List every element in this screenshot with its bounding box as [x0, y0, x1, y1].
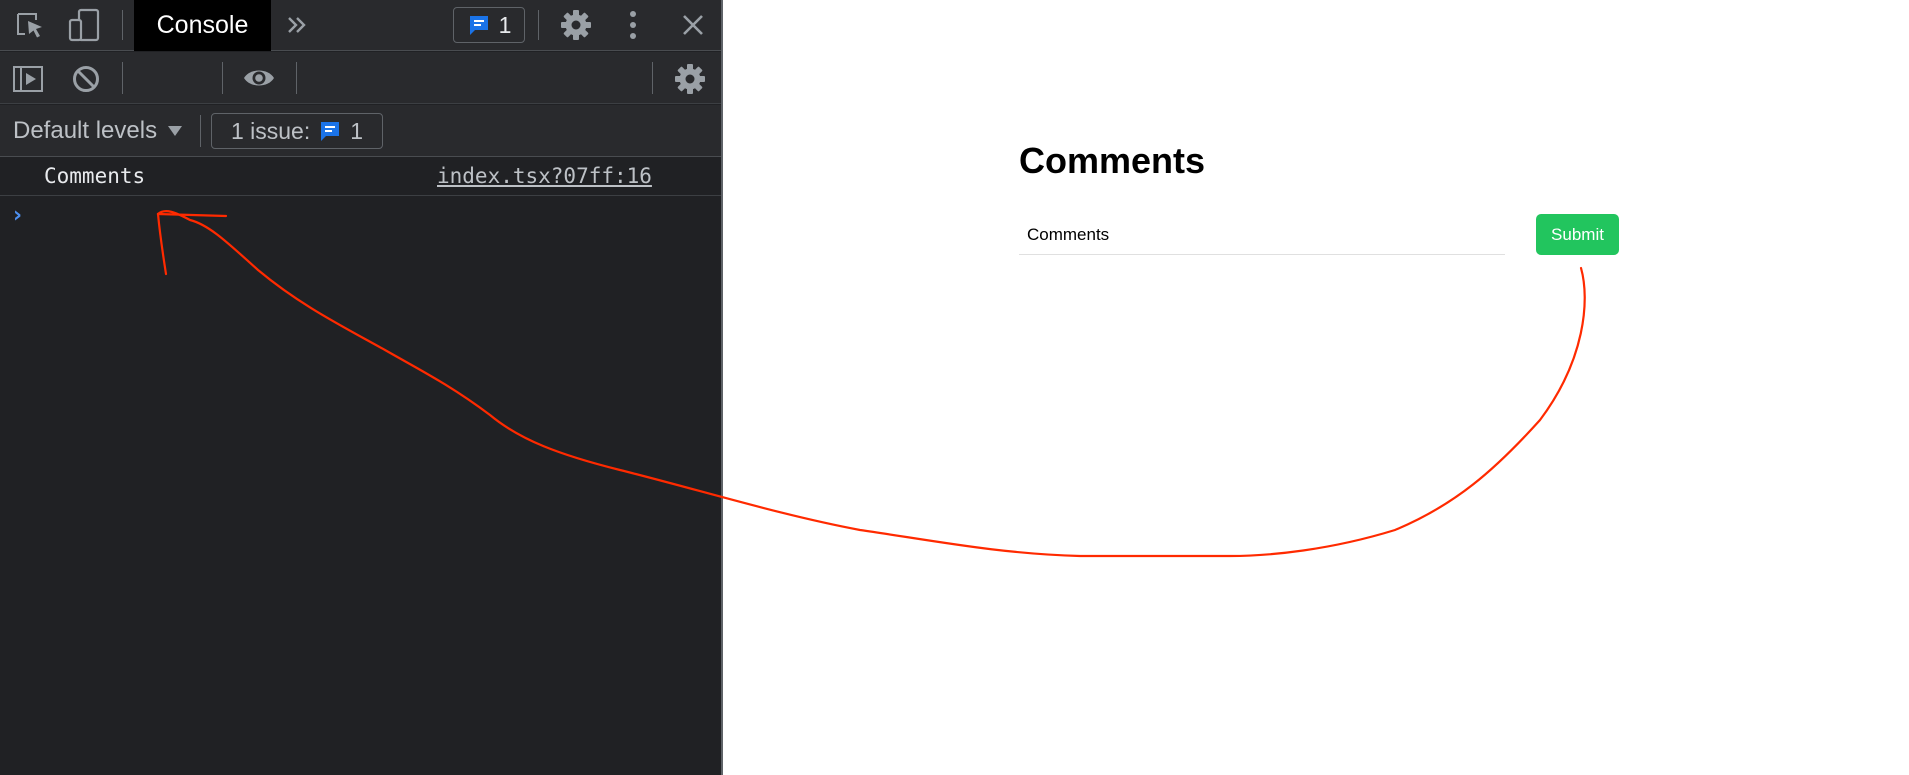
sidebar-toggle-icon[interactable] [12, 65, 44, 93]
devtools-main-toolbar: Console 1 [0, 0, 721, 51]
console-toolbar: top [0, 52, 721, 150]
issues-pill-count: 1 [350, 117, 364, 144]
log-message: Comments [44, 164, 146, 188]
gear-icon[interactable] [674, 63, 706, 95]
message-icon [469, 16, 488, 35]
caret-down-icon [168, 126, 183, 136]
device-toggle-icon[interactable] [68, 8, 100, 42]
devtools-panel: Console 1 Filter Default levels 1 issue:… [0, 0, 723, 775]
issues-count: 1 [498, 11, 512, 38]
toolbar-separator [652, 62, 653, 94]
log-divider [0, 195, 721, 196]
log-levels-dropdown[interactable]: Default levels [13, 115, 183, 147]
toolbar-separator [122, 62, 123, 94]
tab-console-label: Console [156, 11, 249, 39]
toolbar-separator [122, 10, 123, 40]
comment-input[interactable] [1019, 215, 1505, 255]
issues-counter-button[interactable]: 1 [453, 7, 525, 43]
submit-button[interactable]: Submit [1536, 214, 1619, 255]
block-icon[interactable] [71, 64, 101, 94]
message-icon [321, 122, 340, 141]
issues-pill-label: 1 issue: [230, 117, 311, 144]
toolbar-separator [296, 62, 297, 94]
double-chevron-icon[interactable] [286, 14, 308, 36]
gear-icon[interactable] [560, 9, 592, 41]
toolbar-separator [538, 10, 539, 40]
console-prompt-icon[interactable]: › [13, 203, 22, 228]
tab-console[interactable]: Console [134, 0, 271, 51]
eye-icon[interactable] [242, 66, 276, 90]
cursor-select-icon[interactable] [16, 12, 46, 40]
issues-pill-button[interactable]: 1 issue: 1 [211, 113, 383, 149]
console-levels-bar: Default levels 1 issue: 1 [0, 105, 721, 157]
kebab-menu-icon[interactable] [627, 10, 639, 40]
page-title: Comments [1019, 140, 1206, 181]
toolbar-separator [200, 115, 201, 147]
close-icon[interactable] [681, 13, 705, 37]
toolbar-separator [222, 62, 223, 94]
log-levels-label: Default levels [13, 117, 158, 144]
log-source-link[interactable]: index.tsx?07ff:16 [437, 164, 652, 188]
